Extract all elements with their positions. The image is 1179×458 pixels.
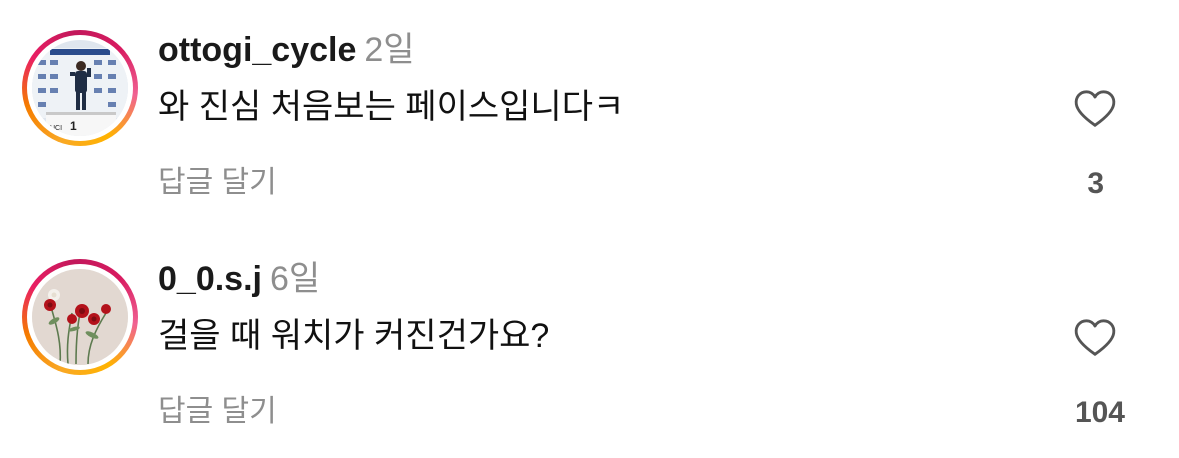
comment-time: 6일 [269,260,321,298]
username[interactable]: 0_0.s.j [158,260,262,298]
comment-header: 0_0.s.j 6일 [158,259,320,299]
heart-outline-icon[interactable] [1072,86,1118,132]
comment-header: ottogi_cycle 2일 [158,30,415,70]
comment-time: 2일 [364,31,415,69]
avatar-story-ring[interactable] [22,259,138,375]
reply-button[interactable]: 답글 달기 [158,163,277,203]
heart-outline-icon[interactable] [1072,315,1118,361]
reply-button[interactable]: 답글 달기 [158,392,277,432]
username[interactable]: ottogi_cycle [158,31,356,69]
svg-text:UCI: UCI [50,125,62,132]
avatar-story-ring[interactable]: 1 UCI [22,30,138,146]
avatar-frame: 1 UCI [27,35,133,141]
comment-item: 1 UCI ottogi_cycle 2일 와 진심 처음보는 페이스입니다ㅋ 답… [0,0,1179,229]
avatar [32,269,128,365]
like-count: 104 [1074,396,1125,429]
comment-text: 와 진심 처음보는 페이스입니다ㅋ [158,88,625,126]
like-count: 3 [1087,167,1104,200]
avatar: 1 UCI [32,40,128,136]
comment-item: 0_0.s.j 6일 걸을 때 워치가 커진건가요? 답글 달기 104 [0,229,1179,458]
avatar-frame [27,264,133,370]
svg-text:1: 1 [70,119,77,133]
comment-text: 걸을 때 워치가 커진건가요? [158,317,550,355]
